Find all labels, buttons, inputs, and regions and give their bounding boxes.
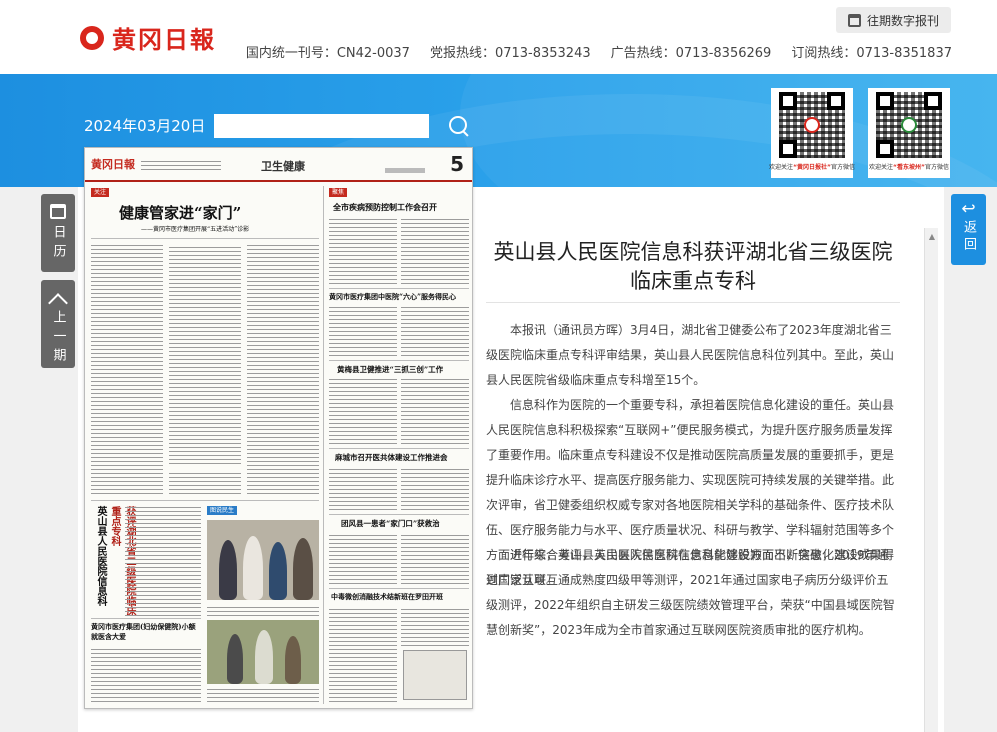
qr-code-icon (779, 92, 845, 158)
site-header: 黄冈日報 往期数字报刊 国内统一刊号：CN42-0037 党报热线：0713-8… (0, 0, 997, 74)
hotline-bar: 国内统一刊号：CN42-0037 党报热线：0713-8353243 广告热线：… (246, 42, 952, 61)
news-photo[interactable] (207, 520, 319, 600)
scroll-up-arrow-icon[interactable]: ▲ (925, 230, 939, 244)
calendar-icon (50, 204, 66, 219)
qr-code-icon (876, 92, 942, 158)
paper-page-number: 5 (450, 152, 464, 176)
paper-right-headline-4[interactable]: 麻城市召开医共体建设工作推进会 (335, 452, 448, 463)
article-paragraph-1: 本报讯（通讯员方晖）3月4日，湖北省卫健委公布了2023年度湖北省三级医院临床重… (486, 323, 895, 387)
site-logo[interactable]: 黄冈日報 (80, 20, 216, 55)
paper-right-headline-2[interactable]: 黄冈市医疗集团中医院“六心”服务得民心 (329, 292, 456, 302)
paper-main-subhead: ——黄冈市医疗集团开展“五进活动”诊影 (141, 226, 250, 233)
news-photo[interactable] (207, 620, 319, 684)
article-paragraph-3: 近年来，英山县人民医院信息科在信息化建设方面不断突破，2019年通过国家互联互通… (486, 548, 895, 637)
back-label: 返回 (961, 220, 976, 254)
previous-issue-button[interactable]: 上一期 (41, 280, 75, 368)
section-tag: 聚焦 (329, 188, 348, 197)
ad-hotline: 广告热线：0713-8356269 (610, 46, 772, 61)
photo-section-tag: 图说民生 (207, 506, 238, 515)
back-button[interactable]: ↩ 返回 (951, 194, 986, 265)
paper-main-headline[interactable]: 健康管家进“家门” (119, 202, 241, 223)
current-date: 2024年03月20日 (84, 117, 206, 135)
newspaper-page[interactable]: 黄冈日報 卫生健康 5 关注 健康管家进“家门” ——黄冈市医疗集团开展“五进活… (84, 147, 473, 709)
logo-text: 黄冈日報 (112, 25, 216, 54)
section-tag: 关注 (91, 188, 110, 197)
calendar-icon (847, 13, 861, 27)
subscribe-hotline: 订阅热线：0713-8351837 (791, 46, 952, 61)
paper-right-headline-6[interactable]: 中毒微创消融技术结新班在罗田开班 (331, 592, 443, 602)
paper-section-title: 卫生健康 (261, 160, 305, 173)
paper-logo: 黄冈日報 (91, 158, 135, 171)
logo-icon (80, 25, 104, 50)
party-hotline: 党报热线：0713-8353243 (429, 46, 591, 61)
paper-vertical-headline-pre[interactable]: 英山县人民医院信息科 (93, 506, 108, 606)
wechat-qr-huanggang: 欢迎关注“黄冈日报社”官方微信 (769, 88, 855, 178)
paper-masthead: 黄冈日報 卫生健康 5 (85, 148, 472, 182)
search-icon[interactable] (448, 115, 470, 137)
paper-right-headline-5[interactable]: 团风县一患者“家门口”获救治 (341, 518, 440, 529)
wechat-qr-dongpo: 欢迎关注“看东坡州”官方微信 (868, 88, 950, 178)
calendar-label: 日历 (50, 225, 66, 263)
past-issues-button[interactable]: 往期数字报刊 (835, 7, 951, 33)
paper-right-headline-3[interactable]: 黄梅县卫健推进“三抓三创”工作 (337, 364, 443, 375)
qr-caption: 欢迎关注“黄冈日报社”官方微信 (769, 164, 855, 171)
qr-caption: 欢迎关注“看东坡州”官方微信 (869, 164, 949, 171)
calendar-button[interactable]: 日历 (41, 194, 75, 272)
article-title: 英山县人民医院信息科获评湖北省三级医院临床重点专科 (493, 240, 893, 293)
previous-issue-label: 上一期 (50, 310, 66, 367)
past-issues-label: 往期数字报刊 (866, 13, 939, 28)
article-scrollbar[interactable]: ▲ (924, 228, 938, 732)
ad-box (403, 650, 467, 700)
date-search-input[interactable] (214, 114, 429, 138)
paper-bottom-headline[interactable]: 黄冈市医疗集团(妇幼保健院)小额就医含大爱 (91, 622, 201, 642)
paper-right-headline-1[interactable]: 全市疾病预防控制工作会召开 (333, 202, 437, 213)
issn-text: 国内统一刊号：CN42-0037 (245, 46, 410, 61)
return-arrow-icon: ↩ (961, 199, 976, 219)
article-divider (486, 302, 900, 303)
